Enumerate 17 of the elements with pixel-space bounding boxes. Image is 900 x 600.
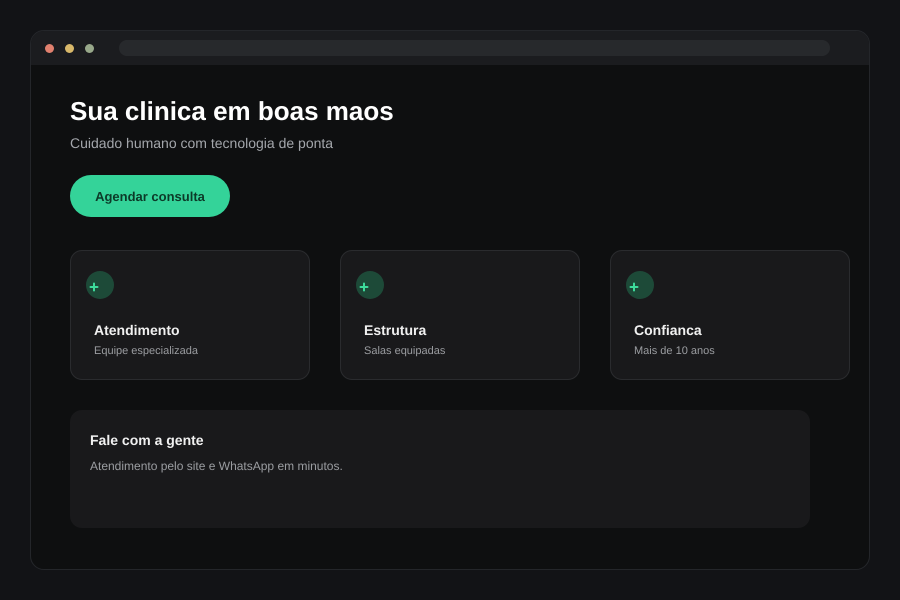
feature-title: Estrutura xyxy=(364,321,428,339)
plus-icon xyxy=(86,271,114,299)
feature-title: Confianca xyxy=(634,321,703,339)
contact-title: Fale com a gente xyxy=(90,431,205,449)
window-dot-icon[interactable] xyxy=(85,44,94,52)
plus-icon xyxy=(626,271,654,299)
feature-description: Equipe especializada xyxy=(94,344,199,358)
schedule-button[interactable]: Agendar consulta xyxy=(70,175,230,217)
contact-text: Atendimento pelo site e WhatsApp em minutos. xyxy=(90,458,344,474)
feature-title: Atendimento xyxy=(94,321,181,339)
feature-description: Mais de 10 anos xyxy=(634,344,716,358)
window-dot-icon[interactable] xyxy=(65,44,74,52)
hero-title: Sua clinica em boas maos xyxy=(70,96,395,126)
feature-description: Salas equipadas xyxy=(364,344,446,358)
plus-icon xyxy=(356,271,384,299)
window-dot-icon[interactable] xyxy=(45,44,54,52)
hero-subtitle: Cuidado humano com tecnologia de ponta xyxy=(70,134,334,152)
